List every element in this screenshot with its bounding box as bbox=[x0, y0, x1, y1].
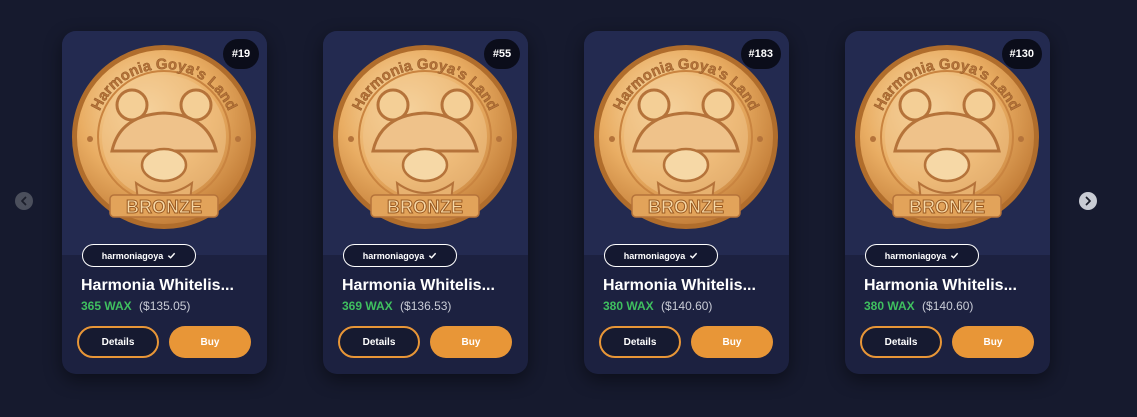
nft-card[interactable]: Harmonia Goya's Land BRONZE #55 harmonia… bbox=[323, 31, 528, 374]
check-icon bbox=[951, 252, 959, 259]
nft-title: Harmonia Whitelis... bbox=[81, 277, 234, 294]
edition-badge: #130 bbox=[1001, 39, 1042, 69]
nft-carousel: Harmonia Goya's Land BRONZE #19 harmonia… bbox=[0, 0, 1137, 417]
nft-title: Harmonia Whitelis... bbox=[342, 277, 495, 294]
price-wax: 380 WAX bbox=[864, 299, 915, 313]
buy-button[interactable]: Buy bbox=[430, 326, 512, 358]
details-button[interactable]: Details bbox=[338, 326, 420, 358]
nft-title: Harmonia Whitelis... bbox=[864, 277, 1017, 294]
bronze-coin-image: Harmonia Goya's Land BRONZE bbox=[855, 45, 1039, 229]
bronze-coin-image: Harmonia Goya's Land BRONZE bbox=[72, 45, 256, 229]
card-media[interactable]: Harmonia Goya's Land BRONZE #19 bbox=[62, 31, 267, 255]
bronze-coin-image: Harmonia Goya's Land BRONZE bbox=[333, 45, 517, 229]
card-media[interactable]: Harmonia Goya's Land BRONZE #183 bbox=[584, 31, 789, 255]
chevron-left-icon bbox=[21, 196, 27, 206]
price-usd: ($140.60) bbox=[922, 299, 974, 313]
collection-name: harmoniagoya bbox=[101, 250, 164, 261]
nft-card[interactable]: Harmonia Goya's Land BRONZE #183 harmoni… bbox=[584, 31, 789, 374]
chevron-right-icon bbox=[1085, 196, 1091, 206]
collection-tag[interactable]: harmoniagoya bbox=[343, 244, 457, 267]
price-row: 365 WAX ($135.05) bbox=[81, 299, 190, 313]
card-media[interactable]: Harmonia Goya's Land BRONZE #55 bbox=[323, 31, 528, 255]
carousel-prev-button[interactable] bbox=[15, 192, 33, 210]
price-usd: ($140.60) bbox=[661, 299, 713, 313]
price-wax: 369 WAX bbox=[342, 299, 393, 313]
price-usd: ($136.53) bbox=[400, 299, 452, 313]
svg-text:BRONZE: BRONZE bbox=[387, 197, 463, 217]
svg-text:BRONZE: BRONZE bbox=[909, 197, 985, 217]
price-usd: ($135.05) bbox=[139, 299, 191, 313]
edition-badge: #55 bbox=[484, 39, 520, 69]
collection-name: harmoniagoya bbox=[623, 250, 686, 261]
collection-name: harmoniagoya bbox=[884, 250, 947, 261]
carousel-next-button[interactable] bbox=[1079, 192, 1097, 210]
svg-text:BRONZE: BRONZE bbox=[126, 197, 202, 217]
price-wax: 380 WAX bbox=[603, 299, 654, 313]
edition-badge: #183 bbox=[740, 39, 781, 69]
collection-name: harmoniagoya bbox=[362, 250, 425, 261]
collection-tag[interactable]: harmoniagoya bbox=[82, 244, 196, 267]
collection-tag[interactable]: harmoniagoya bbox=[604, 244, 718, 267]
nft-title: Harmonia Whitelis... bbox=[603, 277, 756, 294]
buy-button[interactable]: Buy bbox=[952, 326, 1034, 358]
price-row: 380 WAX ($140.60) bbox=[603, 299, 712, 313]
price-wax: 365 WAX bbox=[81, 299, 132, 313]
price-row: 380 WAX ($140.60) bbox=[864, 299, 973, 313]
nft-card[interactable]: Harmonia Goya's Land BRONZE #130 harmoni… bbox=[845, 31, 1050, 374]
card-media[interactable]: Harmonia Goya's Land BRONZE #130 bbox=[845, 31, 1050, 255]
nft-card[interactable]: Harmonia Goya's Land BRONZE #19 harmonia… bbox=[62, 31, 267, 374]
check-icon bbox=[168, 252, 176, 259]
check-icon bbox=[690, 252, 698, 259]
collection-tag[interactable]: harmoniagoya bbox=[865, 244, 979, 267]
details-button[interactable]: Details bbox=[77, 326, 159, 358]
bronze-coin-image: Harmonia Goya's Land BRONZE bbox=[594, 45, 778, 229]
details-button[interactable]: Details bbox=[599, 326, 681, 358]
svg-text:BRONZE: BRONZE bbox=[648, 197, 724, 217]
edition-badge: #19 bbox=[223, 39, 259, 69]
details-button[interactable]: Details bbox=[860, 326, 942, 358]
check-icon bbox=[429, 252, 437, 259]
buy-button[interactable]: Buy bbox=[691, 326, 773, 358]
price-row: 369 WAX ($136.53) bbox=[342, 299, 451, 313]
buy-button[interactable]: Buy bbox=[169, 326, 251, 358]
